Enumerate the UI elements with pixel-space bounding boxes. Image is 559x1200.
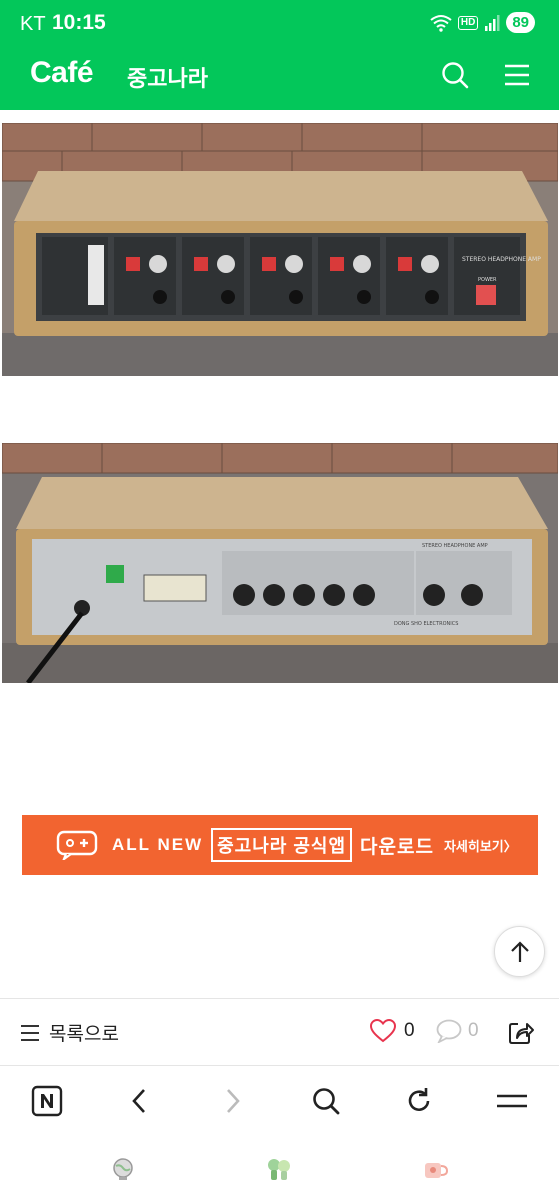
search-icon	[313, 1088, 340, 1115]
app-bar: Café 중고나라	[0, 48, 559, 110]
product-photo-front[interactable]: STEREO HEADPHONE AMP POWER	[2, 123, 558, 376]
cup-app-icon[interactable]	[422, 1156, 448, 1182]
back-button[interactable]	[122, 1084, 156, 1118]
clock: 10:15	[52, 11, 106, 34]
wifi-icon	[430, 14, 452, 32]
panel-model-text: STEREO HEADPHONE AMP	[462, 256, 541, 263]
share-icon	[509, 1023, 534, 1044]
comment-icon	[436, 1019, 462, 1043]
maker-text: DONG SHO ELECTRONICS	[394, 621, 458, 627]
banner-all-new: ALL NEW	[112, 835, 204, 854]
refresh-button[interactable]	[402, 1084, 436, 1118]
chat-plus-icon	[56, 830, 98, 860]
hamburger-menu-icon	[505, 64, 529, 86]
naver-home-button[interactable]	[30, 1084, 64, 1118]
list-icon	[21, 1024, 39, 1041]
scroll-to-top-button[interactable]	[494, 926, 545, 977]
heart-icon	[370, 1019, 396, 1043]
search-icon	[442, 62, 469, 89]
back-to-list-button[interactable]: 목록으로	[20, 1019, 119, 1046]
arrow-up-icon	[510, 940, 529, 962]
carrier-label: KT	[20, 13, 46, 35]
chevron-right-icon	[227, 1089, 240, 1113]
banner-details-link[interactable]: 자세히보기〉	[444, 836, 517, 855]
forward-button[interactable]	[216, 1084, 250, 1118]
banner-official-app: 중고나라 공식앱	[211, 828, 353, 862]
menu-button[interactable]	[500, 58, 534, 92]
status-bar: KT 10:15 HD 89	[0, 0, 559, 48]
product-photo-rear[interactable]: STEREO HEADPHONE AMP DONG SHO ELECTRONIC…	[2, 443, 558, 683]
app-header: KT 10:15 HD 89 Café 중고나라	[0, 0, 559, 110]
naver-n-icon	[31, 1085, 63, 1117]
status-icons: HD 89	[430, 12, 535, 33]
refresh-icon	[408, 1088, 430, 1111]
browser-menu-button[interactable]	[495, 1084, 529, 1118]
browser-search-button[interactable]	[309, 1084, 343, 1118]
cafe-article-page: KT 10:15 HD 89 Café 중고나라 STEREO HEADPHON…	[0, 0, 559, 1200]
battery-indicator: 89	[506, 12, 535, 33]
comment-count: 0	[468, 1020, 479, 1041]
browser-toolbar	[0, 1066, 559, 1142]
cafe-logo[interactable]: Café	[30, 56, 94, 90]
hd-badge: HD	[457, 15, 479, 30]
system-navigation-bar	[0, 1142, 559, 1200]
amp-rear-image: STEREO HEADPHONE AMP DONG SHO ELECTRONIC…	[2, 443, 558, 683]
chevron-left-icon	[132, 1089, 145, 1113]
article-action-bar: 목록으로 0 0	[0, 998, 559, 1066]
banner-download: 다운로드	[360, 836, 434, 858]
search-button[interactable]	[438, 58, 472, 92]
comment-button[interactable]: 0	[436, 1019, 479, 1043]
rear-panel-text: STEREO HEADPHONE AMP	[422, 543, 488, 549]
power-label: POWER	[478, 277, 497, 283]
amp-front-image: STEREO HEADPHONE AMP POWER	[2, 123, 558, 376]
family-app-icon[interactable]	[266, 1156, 292, 1182]
like-button[interactable]: 0	[370, 1019, 415, 1043]
app-promo-banner[interactable]: ALL NEW 중고나라 공식앱 다운로드 자세히보기〉	[22, 815, 538, 875]
cafe-title[interactable]: 중고나라	[127, 61, 208, 93]
globe-app-icon[interactable]	[110, 1156, 136, 1182]
signal-icon	[485, 14, 500, 31]
back-to-list-label: 목록으로	[49, 1024, 119, 1045]
share-button[interactable]	[507, 1018, 535, 1051]
hamburger-menu-icon	[497, 1094, 527, 1108]
like-count: 0	[404, 1020, 415, 1041]
